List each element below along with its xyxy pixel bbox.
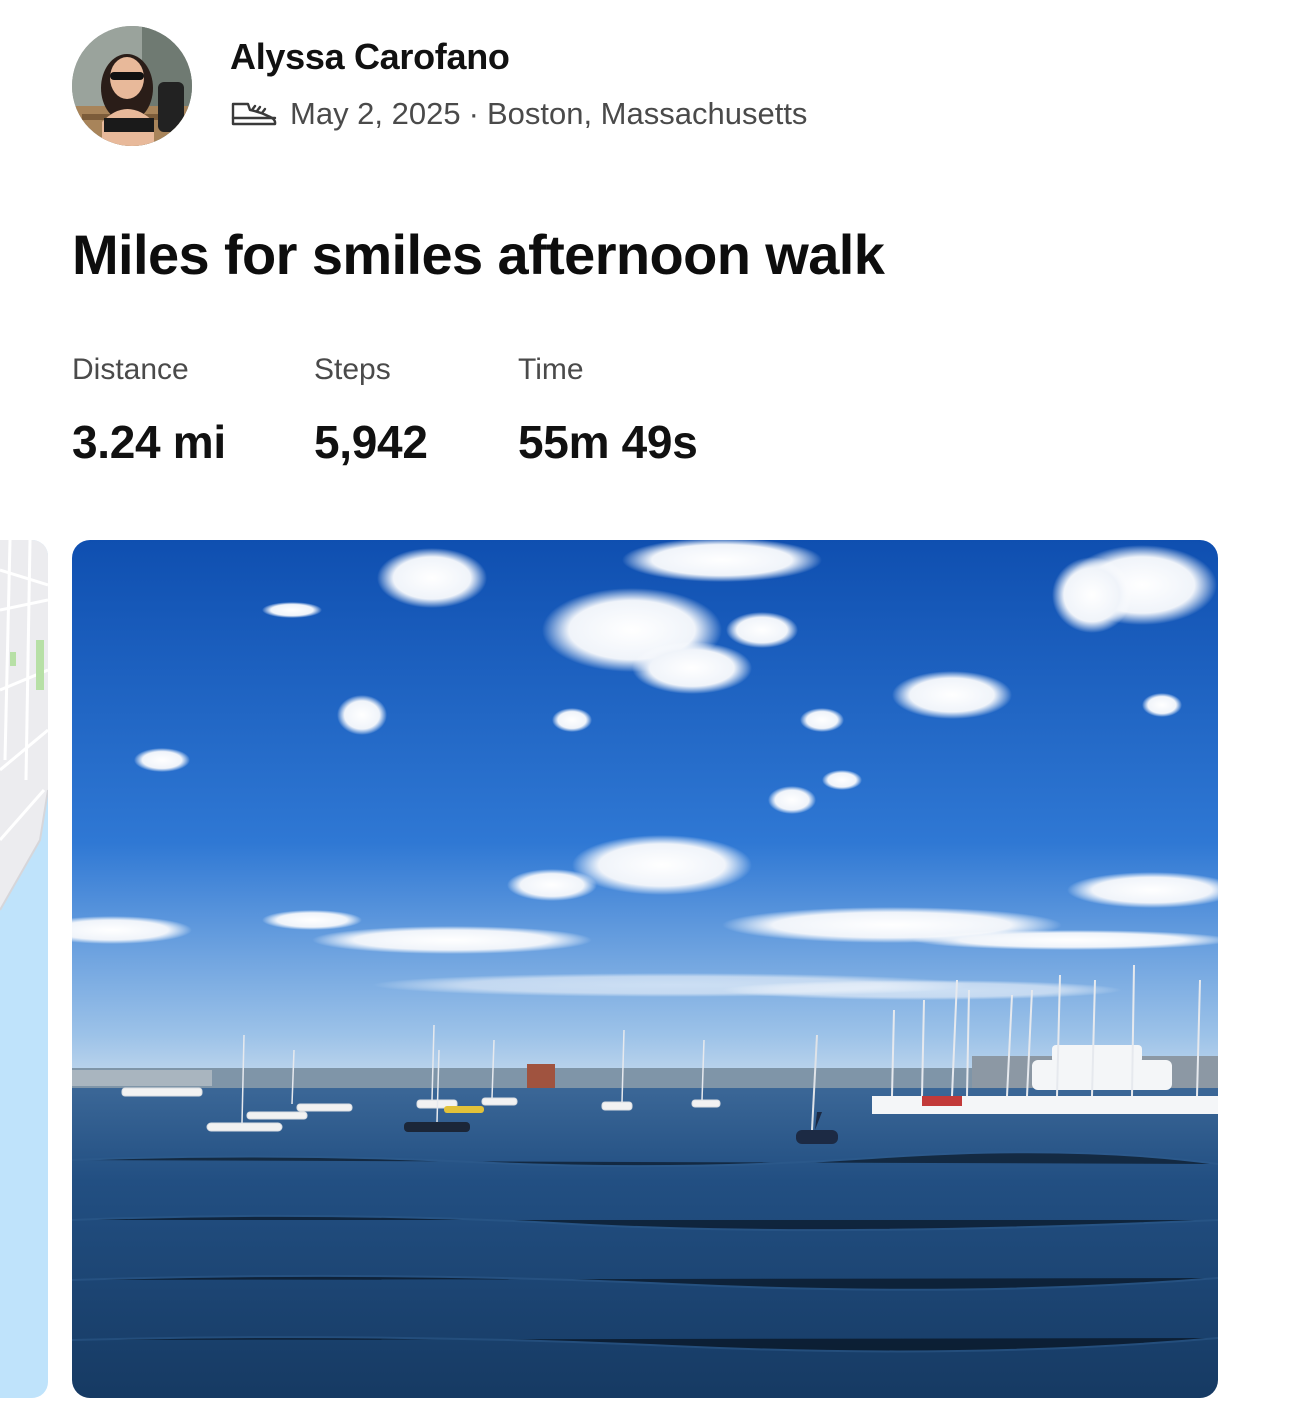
stat-value: 3.24 mi (72, 416, 226, 468)
route-map[interactable] (0, 540, 48, 1398)
activity-date: May 2, 2025 (290, 96, 461, 131)
stat-value: 5,942 (314, 416, 428, 468)
stat-value: 55m 49s (518, 416, 698, 468)
athlete-avatar[interactable] (72, 26, 192, 146)
photo-graphic (72, 540, 1218, 1398)
harbor-photo[interactable] (72, 540, 1218, 1398)
activity-page: Alyssa Carofano May 2, 2025 · Boston, Ma… (0, 0, 1290, 1422)
stat-label: Time (518, 353, 584, 386)
activity-meta: May 2, 2025 · Boston, Massachusetts (230, 96, 807, 132)
athlete-name[interactable]: Alyssa Carofano (230, 36, 510, 78)
stat-label: Distance (72, 353, 189, 386)
map-graphic (0, 540, 48, 1398)
stat-time: Time 55m 49s (518, 352, 698, 470)
stat-steps: Steps 5,942 (314, 352, 428, 470)
activity-title[interactable]: Miles for smiles afternoon walk (72, 222, 885, 287)
shoe-icon (230, 96, 278, 132)
stat-distance: Distance 3.24 mi (72, 352, 226, 470)
avatar-photo (72, 26, 192, 146)
activity-location: Boston, Massachusetts (486, 96, 808, 131)
stat-label: Steps (314, 353, 391, 386)
meta-separator: · (468, 96, 479, 131)
